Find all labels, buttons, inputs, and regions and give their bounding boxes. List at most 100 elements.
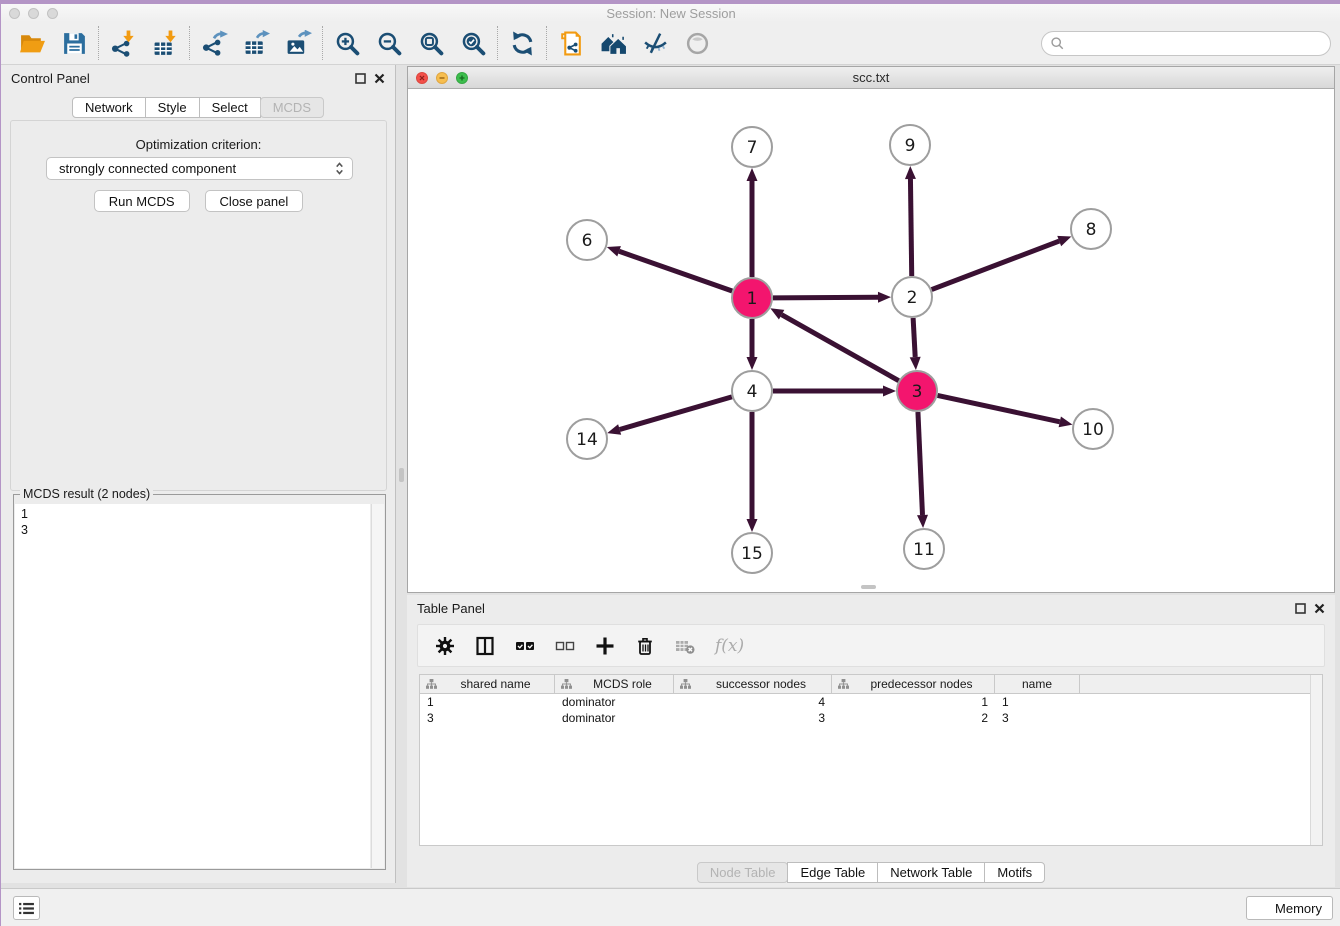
graph-node-10[interactable]: 10 xyxy=(1073,409,1113,449)
column-header-mcds-role[interactable]: MCDS role xyxy=(555,675,674,693)
control-panel-header: Control Panel xyxy=(1,65,395,91)
edge-1-4[interactable] xyxy=(747,319,758,370)
network-share-button[interactable] xyxy=(550,25,592,61)
close-table-panel-icon[interactable] xyxy=(1314,603,1325,614)
task-history-button[interactable] xyxy=(13,896,40,920)
tab-network-table[interactable]: Network Table xyxy=(877,862,985,883)
table-settings-button[interactable] xyxy=(435,633,455,659)
tab-edge-table[interactable]: Edge Table xyxy=(787,862,878,883)
graph-node-7[interactable]: 7 xyxy=(732,127,772,167)
hide-selected-button[interactable] xyxy=(634,25,676,61)
export-table-button[interactable] xyxy=(235,25,277,61)
table-cell[interactable]: 1 xyxy=(420,694,555,710)
tab-network[interactable]: Network xyxy=(72,97,146,118)
zoom-out-button[interactable] xyxy=(368,25,410,61)
horizontal-splitter-handle[interactable] xyxy=(861,585,876,589)
table-panel: Table Panel f(x) shared nameMCDS rolesuc… xyxy=(407,595,1335,887)
graph-node-14[interactable]: 14 xyxy=(567,419,607,459)
graph-node-11[interactable]: 11 xyxy=(904,529,944,569)
table-row[interactable]: 1dominator411 xyxy=(420,694,1322,710)
edge-4-15[interactable] xyxy=(747,412,758,532)
table-cell[interactable]: 1 xyxy=(832,694,995,710)
save-session-button[interactable] xyxy=(53,25,95,61)
float-table-panel-icon[interactable] xyxy=(1295,603,1306,614)
import-table-button[interactable] xyxy=(144,25,186,61)
table-cell[interactable]: 3 xyxy=(420,710,555,726)
network-window-titlebar[interactable]: scc.txt xyxy=(408,67,1334,89)
window-title: Session: New Session xyxy=(1,6,1340,21)
show-all-button[interactable] xyxy=(676,25,718,61)
tab-mcds[interactable]: MCDS xyxy=(260,97,324,118)
tab-select[interactable]: Select xyxy=(199,97,261,118)
table-cell[interactable]: 4 xyxy=(674,694,832,710)
zoom-in-button[interactable] xyxy=(326,25,368,61)
memory-button[interactable]: Memory xyxy=(1246,896,1333,920)
column-header-shared-name[interactable]: shared name xyxy=(420,675,555,693)
search-box[interactable] xyxy=(1041,31,1331,56)
graph-node-4[interactable]: 4 xyxy=(732,371,772,411)
tab-node-table[interactable]: Node Table xyxy=(697,862,789,883)
edge-1-2[interactable] xyxy=(773,292,891,303)
graph-node-6[interactable]: 6 xyxy=(567,220,607,260)
edge-4-3[interactable] xyxy=(773,386,896,397)
toggle-columns-button[interactable] xyxy=(475,633,495,659)
table-scrollbar[interactable] xyxy=(1310,675,1322,845)
close-panel-button[interactable]: Close panel xyxy=(205,190,304,212)
edge-1-7[interactable] xyxy=(747,168,758,277)
table-cell[interactable]: 1 xyxy=(995,694,1080,710)
network-graph-canvas[interactable]: 1 2 3 4 6 7 8 9 10 11 14 15 xyxy=(408,89,1334,592)
column-header-predecessor-nodes[interactable]: predecessor nodes xyxy=(832,675,995,693)
edge-2-8[interactable] xyxy=(932,236,1072,290)
tab-style[interactable]: Style xyxy=(145,97,200,118)
graph-node-3[interactable]: 3 xyxy=(897,371,937,411)
mcds-result-list[interactable]: 13 xyxy=(15,504,370,868)
graph-node-15[interactable]: 15 xyxy=(732,533,772,573)
zoom-fit-button[interactable] xyxy=(410,25,452,61)
function-builder-button[interactable]: f(x) xyxy=(715,633,744,659)
table-cell[interactable]: 3 xyxy=(674,710,832,726)
add-row-button[interactable] xyxy=(595,633,615,659)
export-network-button[interactable] xyxy=(193,25,235,61)
first-neighbors-button[interactable] xyxy=(592,25,634,61)
table-cell[interactable]: 3 xyxy=(995,710,1080,726)
tab-motifs[interactable]: Motifs xyxy=(984,862,1045,883)
mcds-result-item[interactable]: 3 xyxy=(21,522,364,538)
refresh-layout-button[interactable] xyxy=(501,25,543,61)
edge-2-3[interactable] xyxy=(910,318,921,370)
table-cell[interactable]: 2 xyxy=(832,710,995,726)
graph-node-1[interactable]: 1 xyxy=(732,278,772,318)
import-network-button[interactable] xyxy=(102,25,144,61)
table-cell[interactable]: dominator xyxy=(555,694,674,710)
edge-3-1[interactable] xyxy=(770,308,898,380)
edge-2-9[interactable] xyxy=(905,166,916,276)
vertical-splitter-handle[interactable] xyxy=(399,468,404,482)
column-header-successor-nodes[interactable]: successor nodes xyxy=(674,675,832,693)
table-row[interactable]: 3dominator323 xyxy=(420,710,1322,726)
graph-node-9[interactable]: 9 xyxy=(890,125,930,165)
edge-4-14[interactable] xyxy=(607,397,732,435)
mcds-result-item[interactable]: 1 xyxy=(21,506,364,522)
float-panel-icon[interactable] xyxy=(355,73,366,84)
criterion-select[interactable]: strongly connected component xyxy=(46,157,353,180)
run-mcds-button[interactable]: Run MCDS xyxy=(94,190,190,212)
close-panel-icon[interactable] xyxy=(374,73,385,84)
edge-arrowhead xyxy=(747,519,758,532)
edge-3-10[interactable] xyxy=(938,395,1073,427)
column-header-name[interactable]: name xyxy=(995,675,1080,693)
edge-1-6[interactable] xyxy=(607,246,732,291)
table-cell[interactable]: dominator xyxy=(555,710,674,726)
open-session-button[interactable] xyxy=(11,25,53,61)
edge-3-11[interactable] xyxy=(917,412,928,528)
graph-node-2[interactable]: 2 xyxy=(892,277,932,317)
search-icon xyxy=(1050,36,1065,51)
search-input[interactable] xyxy=(1069,36,1322,51)
select-all-rows-button[interactable] xyxy=(515,633,535,659)
os-titlebar[interactable]: Session: New Session xyxy=(1,4,1340,22)
export-image-button[interactable] xyxy=(277,25,319,61)
delete-row-button[interactable] xyxy=(635,633,655,659)
graph-node-8[interactable]: 8 xyxy=(1071,209,1111,249)
deselect-all-rows-button[interactable] xyxy=(555,633,575,659)
mcds-result-scrollbar[interactable] xyxy=(371,504,384,868)
delete-table-button[interactable] xyxy=(675,633,695,659)
zoom-selected-button[interactable] xyxy=(452,25,494,61)
